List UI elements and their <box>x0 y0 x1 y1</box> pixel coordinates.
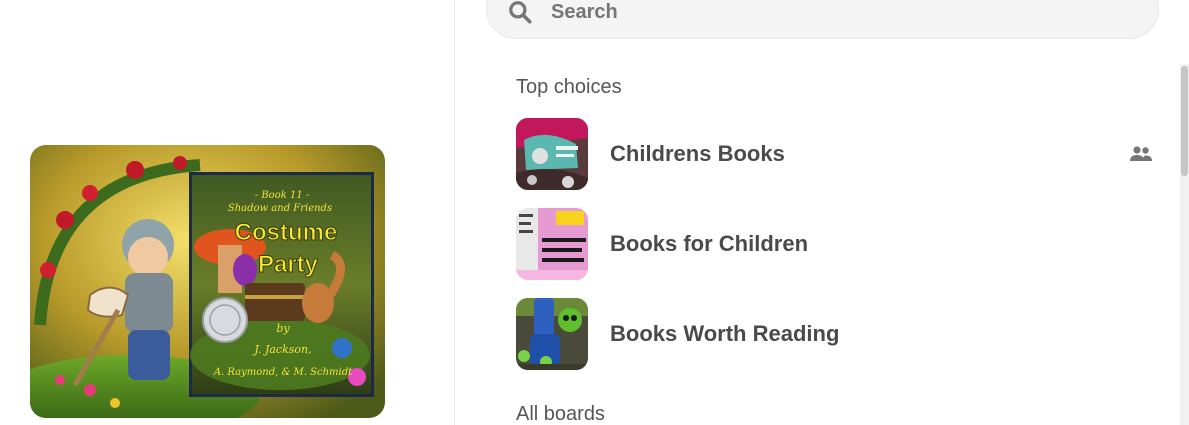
cover-author-line1: J. Jackson, <box>252 343 311 356</box>
scrollbar-thumb[interactable] <box>1181 66 1188 176</box>
board-thumbnail <box>516 208 588 280</box>
board-name: Books Worth Reading <box>610 321 840 346</box>
all-boards-heading: All boards <box>516 403 605 425</box>
board-picker-panel: Top choices Childrens Books <box>456 0 1189 425</box>
cover-by-text: by <box>276 322 290 335</box>
cover-title-line2: Party <box>258 251 319 278</box>
save-pin-dialog: - Book 11 - Shadow and Friends Costume P… <box>0 0 1189 425</box>
cover-series-text: - Book 11 - <box>255 190 310 201</box>
board-list-scrollbar[interactable] <box>1180 64 1189 425</box>
board-thumbnail <box>516 118 588 190</box>
cover-subtitle-text: Shadow and Friends <box>228 203 332 214</box>
top-choices-heading: Top choices <box>516 76 622 98</box>
search-input[interactable] <box>551 0 1111 25</box>
pin-preview-image: - Book 11 - Shadow and Friends Costume P… <box>30 145 385 418</box>
board-thumbnail <box>516 298 588 370</box>
cover-title-line1: Costume <box>235 219 338 246</box>
search-icon <box>509 1 532 24</box>
board-name: Childrens Books <box>610 141 785 166</box>
board-item-childrens-books[interactable]: Childrens Books <box>516 118 1156 190</box>
board-name: Books for Children <box>610 231 809 256</box>
cover-author-line2: A. Raymond, & M. Schmidt <box>213 367 353 378</box>
search-bar[interactable] <box>486 0 1159 39</box>
board-item-books-worth-reading[interactable]: Books Worth Reading <box>516 298 1156 370</box>
board-item-books-for-children[interactable]: Books for Children <box>516 208 1156 280</box>
book-cover-illustration: - Book 11 - Shadow and Friends Costume P… <box>30 145 385 418</box>
pin-preview-panel: - Book 11 - Shadow and Friends Costume P… <box>0 0 455 425</box>
group-icon <box>1130 146 1152 161</box>
